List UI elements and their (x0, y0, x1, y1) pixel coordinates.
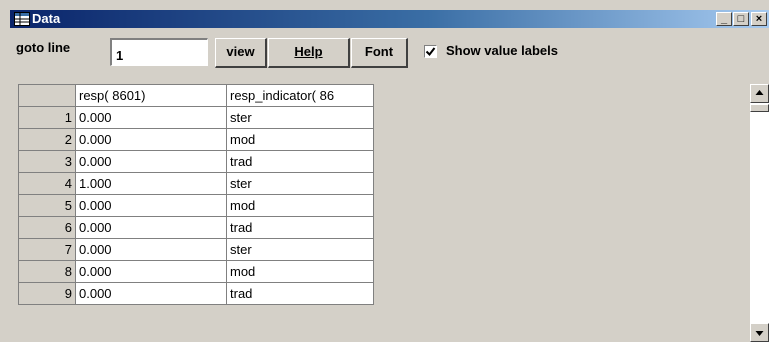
cell-resp[interactable]: 0.000 (75, 238, 227, 261)
close-button[interactable]: × (751, 12, 767, 26)
goto-line-input[interactable] (110, 38, 208, 66)
table-row: 4 1.000 ster (18, 172, 374, 195)
maximize-button[interactable]: □ (733, 12, 749, 26)
cell-resp-indicator[interactable]: trad (226, 216, 374, 239)
row-number[interactable]: 9 (18, 282, 76, 305)
cell-resp-indicator[interactable]: ster (226, 172, 374, 195)
checkmark-icon (425, 47, 436, 57)
table-row: 6 0.000 trad (18, 216, 374, 239)
title-bar[interactable]: Data _ □ × (10, 10, 769, 28)
show-value-labels-label: Show value labels (446, 43, 558, 58)
data-grid-area: resp( 8601) resp_indicator( 86 1 0.000 s… (10, 84, 750, 342)
data-window: Data _ □ × goto line view Help Font Show… (0, 0, 769, 342)
cell-resp-indicator[interactable]: trad (226, 282, 374, 305)
cell-resp[interactable]: 0.000 (75, 194, 227, 217)
cell-resp-indicator[interactable]: ster (226, 106, 374, 129)
view-button[interactable]: view (215, 38, 267, 68)
table-row: 3 0.000 trad (18, 150, 374, 173)
goto-line-label: goto line (16, 40, 71, 55)
row-number[interactable]: 1 (18, 106, 76, 129)
scroll-thumb[interactable] (750, 104, 769, 112)
cell-resp-indicator[interactable]: mod (226, 128, 374, 151)
scroll-down-button[interactable] (750, 323, 769, 342)
cell-resp[interactable]: 0.000 (75, 128, 227, 151)
row-number[interactable]: 8 (18, 260, 76, 283)
vertical-scrollbar[interactable] (750, 84, 769, 342)
table-row: 5 0.000 mod (18, 194, 374, 217)
table-row: 1 0.000 ster (18, 106, 374, 129)
arrow-up-icon (755, 90, 764, 95)
table-row: 2 0.000 mod (18, 128, 374, 151)
cell-resp[interactable]: 0.000 (75, 282, 227, 305)
row-number[interactable]: 4 (18, 172, 76, 195)
arrow-down-icon (755, 331, 764, 336)
minimize-button[interactable]: _ (716, 12, 732, 26)
row-number[interactable]: 2 (18, 128, 76, 151)
cell-resp-indicator[interactable]: ster (226, 238, 374, 261)
corner-cell[interactable] (18, 84, 76, 107)
row-number[interactable]: 3 (18, 150, 76, 173)
show-value-labels-checkbox[interactable] (424, 45, 437, 58)
help-button[interactable]: Help (268, 38, 350, 68)
font-button[interactable]: Font (351, 38, 408, 68)
cell-resp-indicator[interactable]: mod (226, 194, 374, 217)
cell-resp-indicator[interactable]: mod (226, 260, 374, 283)
row-number[interactable]: 6 (18, 216, 76, 239)
table-row: 7 0.000 ster (18, 238, 374, 261)
row-number[interactable]: 7 (18, 238, 76, 261)
table-row: 8 0.000 mod (18, 260, 374, 283)
cell-resp[interactable]: 0.000 (75, 216, 227, 239)
column-header-resp-indicator[interactable]: resp_indicator( 86 (226, 84, 374, 107)
window-title: Data (32, 11, 61, 26)
cell-resp[interactable]: 0.000 (75, 106, 227, 129)
header-row: resp( 8601) resp_indicator( 86 (18, 84, 374, 107)
row-number[interactable]: 5 (18, 194, 76, 217)
cell-resp[interactable]: 1.000 (75, 172, 227, 195)
cell-resp-indicator[interactable]: trad (226, 150, 374, 173)
table-icon (14, 12, 30, 26)
toolbar: goto line view Help Font Show value labe… (10, 28, 769, 68)
table-row: 9 0.000 trad (18, 282, 374, 305)
column-header-resp[interactable]: resp( 8601) (75, 84, 227, 107)
scroll-up-button[interactable] (750, 84, 769, 103)
cell-resp[interactable]: 0.000 (75, 150, 227, 173)
help-button-label: Help (294, 44, 323, 59)
cell-resp[interactable]: 0.000 (75, 260, 227, 283)
data-grid: resp( 8601) resp_indicator( 86 1 0.000 s… (18, 84, 374, 305)
